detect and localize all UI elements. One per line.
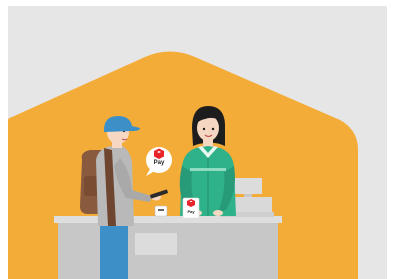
card-reader-slot (158, 209, 164, 211)
counter-panel (135, 233, 177, 255)
cashier-eye-right (211, 127, 215, 131)
cashier-hand-right (213, 210, 223, 216)
cashier-pocket-stripe (190, 168, 226, 171)
customer-jeans (100, 224, 128, 279)
cashier-neck (203, 139, 213, 147)
pay-card-label: Pay (187, 209, 195, 214)
cashier-eye-left (202, 127, 206, 131)
counter-top (54, 216, 282, 223)
register-screen (234, 178, 262, 194)
pay-bubble-label: Pay (153, 160, 165, 166)
payment-illustration: Pay Pay (0, 0, 403, 279)
illustration-canvas (8, 6, 387, 279)
